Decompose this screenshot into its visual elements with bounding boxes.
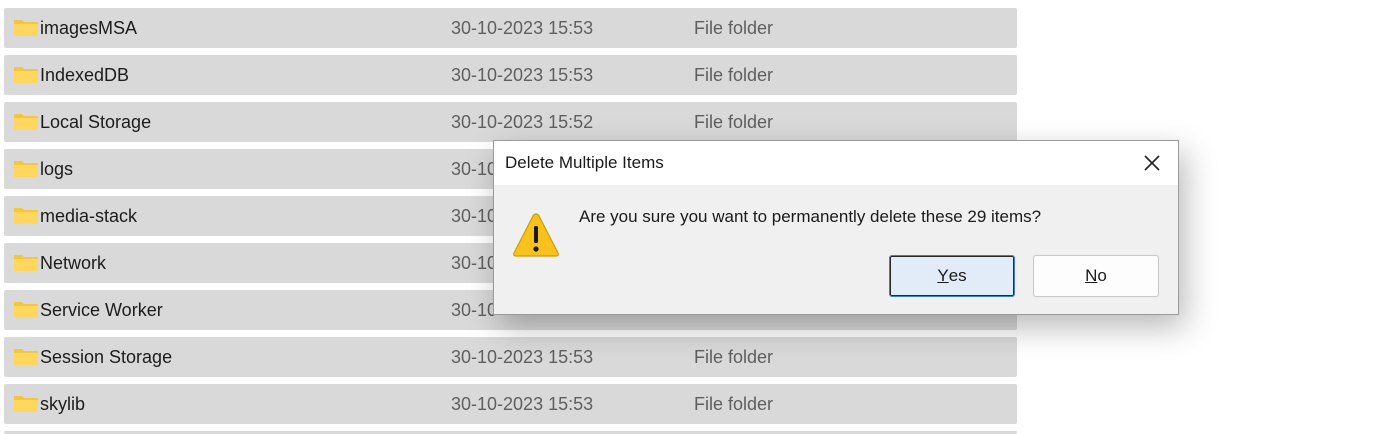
file-date: 30-10: [451, 252, 498, 273]
dialog-message: Are you sure you want to permanently del…: [579, 207, 1042, 226]
file-row[interactable]: Session Storage 30-10-2023 15:53 File fo…: [4, 337, 1017, 377]
file-name: skylib: [40, 393, 86, 414]
file-row[interactable]: imagesMSA 30-10-2023 15:53 File folder: [4, 8, 1017, 48]
file-name: Service Worker: [40, 299, 163, 320]
yes-accelerator: Y: [937, 266, 949, 285]
delete-confirm-dialog: Delete Multiple Items Are you sure you w…: [493, 140, 1179, 315]
file-type: File folder: [694, 346, 774, 367]
file-name: imagesMSA: [40, 17, 138, 38]
folder-icon: [13, 207, 39, 225]
file-date: 30-10: [451, 299, 498, 320]
file-date: 30-10-2023 15:53: [451, 393, 594, 414]
file-name: logs: [40, 158, 74, 179]
file-row[interactable]: Local Storage 30-10-2023 15:52 File fold…: [4, 102, 1017, 142]
file-type: File folder: [694, 17, 774, 38]
no-accelerator: N: [1085, 266, 1098, 285]
file-name: media-stack: [40, 205, 138, 226]
folder-icon: [13, 301, 39, 319]
warning-icon: [512, 211, 560, 259]
folder-icon: [13, 348, 39, 366]
folder-icon: [13, 395, 39, 413]
file-type: File folder: [694, 64, 774, 85]
file-type: File folder: [694, 393, 774, 414]
dialog-title: Delete Multiple Items: [505, 153, 664, 172]
file-date: 30-10: [451, 158, 498, 179]
folder-icon: [13, 254, 39, 272]
no-label: o: [1097, 266, 1107, 285]
folder-icon: [13, 19, 39, 37]
file-date: 30-10: [451, 205, 498, 226]
file-row[interactable]: IndexedDB 30-10-2023 15:53 File folder: [4, 55, 1017, 95]
folder-icon: [13, 66, 39, 84]
dialog-titlebar[interactable]: Delete Multiple Items: [494, 141, 1178, 185]
file-name: Network: [40, 252, 107, 273]
file-date: 30-10-2023 15:53: [451, 346, 594, 367]
no-button[interactable]: No: [1033, 255, 1159, 297]
file-row[interactable]: skylib 30-10-2023 15:53 File folder: [4, 384, 1017, 424]
file-type: File folder: [694, 111, 774, 132]
yes-button[interactable]: Yes: [889, 255, 1015, 297]
file-date: 30-10-2023 15:52: [451, 111, 594, 132]
file-date: 30-10-2023 15:53: [451, 64, 594, 85]
folder-icon: [13, 113, 39, 131]
file-name: Session Storage: [40, 346, 173, 367]
file-name: IndexedDB: [40, 64, 130, 85]
file-name: Local Storage: [40, 111, 152, 132]
yes-label: es: [948, 266, 967, 285]
close-icon[interactable]: [1138, 149, 1166, 177]
file-date: 30-10-2023 15:53: [451, 17, 594, 38]
folder-icon: [13, 160, 39, 178]
